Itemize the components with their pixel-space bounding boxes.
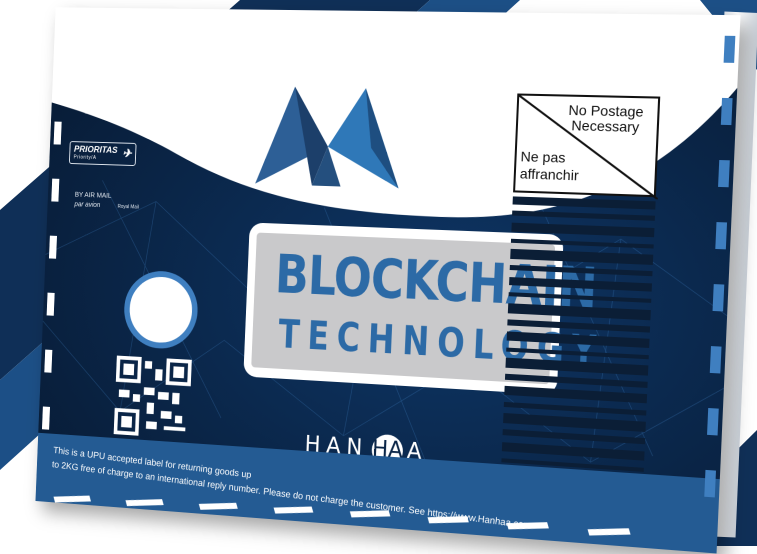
airmail-small: Royal Mail [117,203,139,211]
freepost-label: Freepost [395,190,482,219]
stamp-line3: Ne pas [520,148,566,166]
envelope-label: No Postage Necessary Ne pas affranchir P… [35,7,741,554]
no-postage-box: No Postage Necessary Ne pas affranchir [513,93,660,197]
ne-pas-text: Ne pas affranchir [520,148,603,185]
no-postage-text: No Postage Necessary [558,102,654,136]
headline-line2: TECHNOLOGY [277,311,606,376]
headline-line1: BLOCKCHAIN [274,243,599,321]
barcode-icon [500,196,656,501]
priority-badge: PRIORITAS Priority/A ✈ [68,141,137,167]
stamp-line2: Necessary [571,117,640,136]
airmail-block: BY AIR MAIL par avion Royal Mail [74,191,139,211]
qr-code-icon [113,355,192,436]
priority-title: PRIORITAS [73,144,118,155]
airmail-line2: par avion [74,201,101,209]
stamp-line4: affranchir [519,165,580,184]
m-logo-icon [255,85,403,189]
airplane-icon: ✈ [122,146,132,161]
